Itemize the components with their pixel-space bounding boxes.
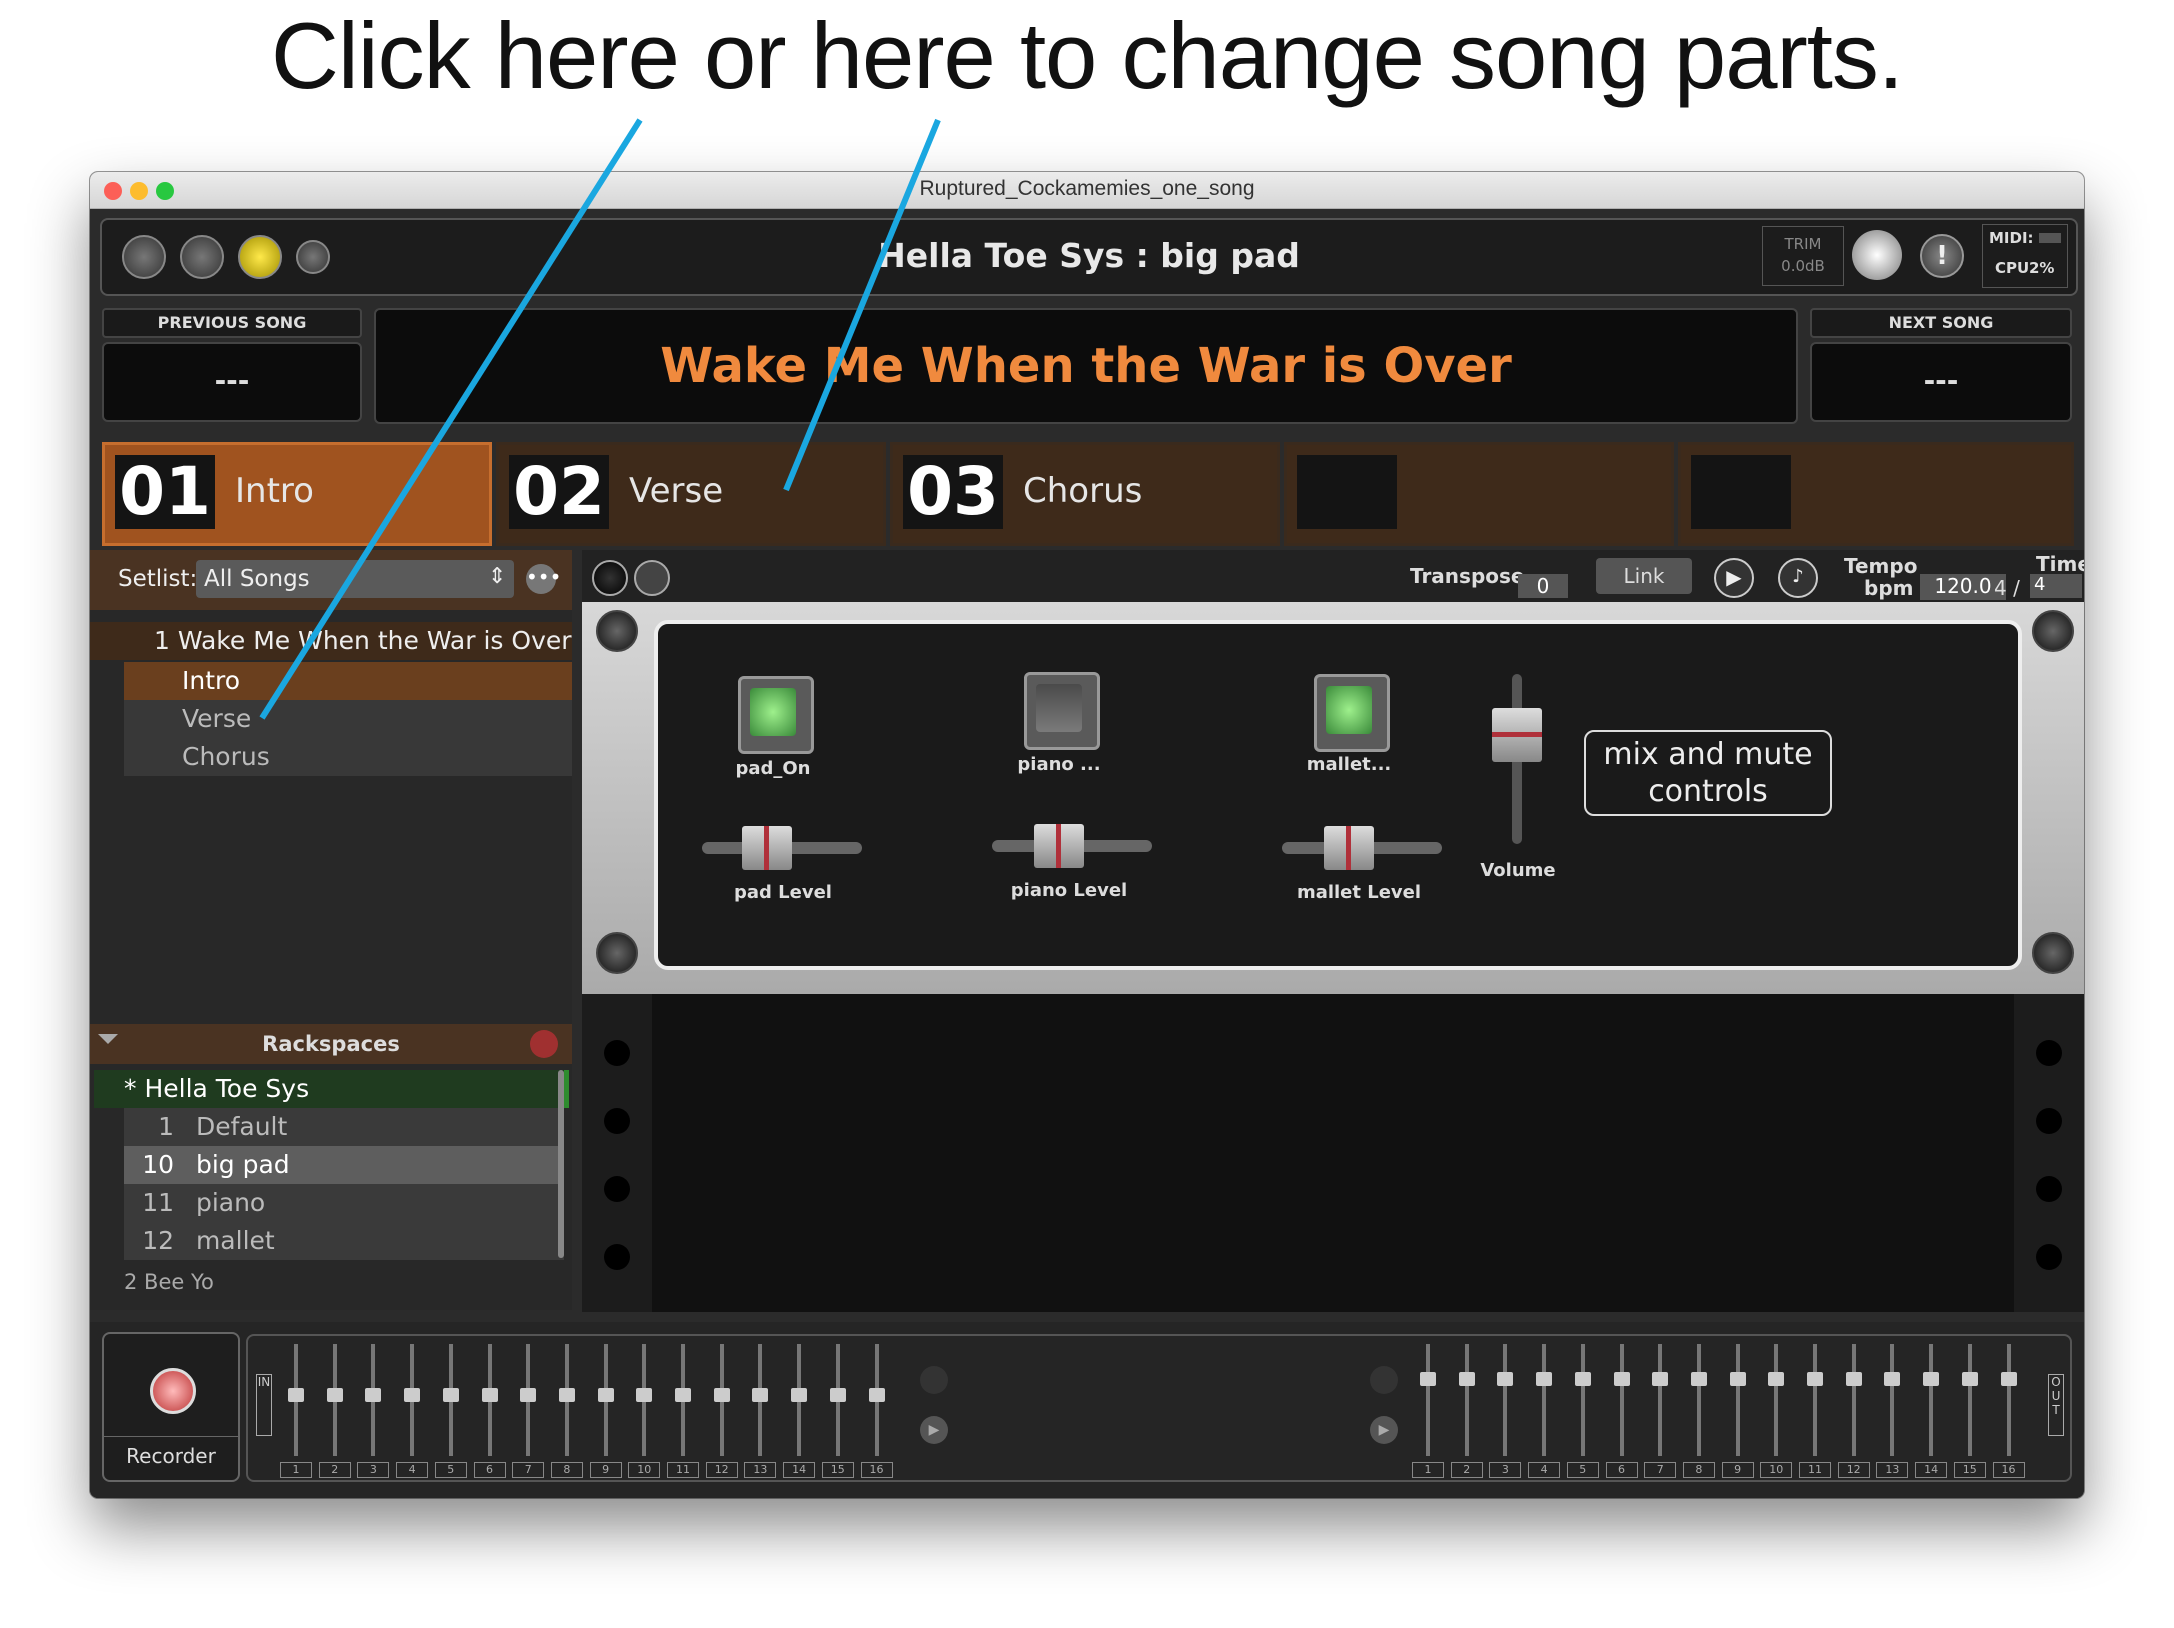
callout-lines: [259, 118, 941, 720]
callout-line-part-button: [783, 118, 941, 492]
callout-line-sidebar: [259, 118, 643, 720]
